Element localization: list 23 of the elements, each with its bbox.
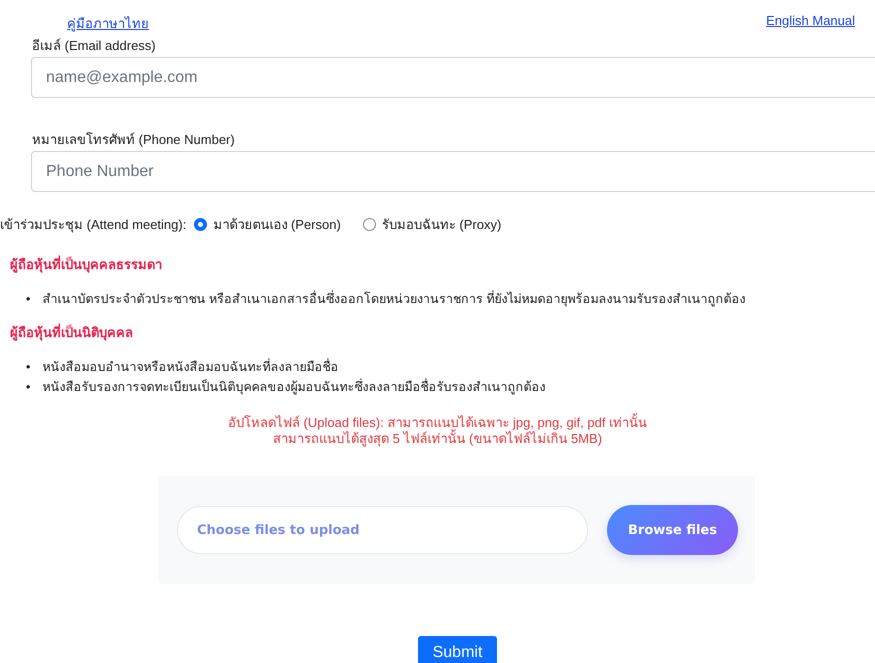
field-label: เข้าร่วมประชุม (Attend meeting): (0, 216, 186, 234)
field-label: อีเมล์ (Email address) (32, 37, 157, 55)
browse-button[interactable]: Browse files (607, 505, 738, 555)
document-item: สำเนาบัตรประจำตัวประชาชน หรือสำเนาเอกสารอื่นซึ่งออกโดยหน่วยงานราชการ ที่ยังไม่หมดอายุพร้อมลงนามรับรองสำเนาถูกต้อง (42, 289, 746, 308)
field-label: หมายเลขโทรศัพท์ (Phone Number) (32, 131, 236, 149)
radio-label[interactable]: มาด้วยตนเอง (Person) (213, 214, 341, 234)
upload-note: สามารถแนบได้สูงสุด 5 ไฟล์เท่านั้น (ขนาดไฟล์ไม่เกิน 5MB) (272, 431, 602, 447)
bullet: • (26, 379, 30, 396)
bullet: • (26, 291, 30, 308)
manual-link[interactable]: คู่มือภาษาไทย (67, 13, 149, 35)
text-field[interactable]: Phone Number (31, 151, 875, 192)
section-heading: ผู้ถือหุ้นที่เป็นบุคคลธรรมดา (10, 254, 163, 275)
document-item: หนังสือรับรองการจดทะเบียนเป็นนิติบุคคลของผู้มอบฉันทะซึ่งลงลายมือชื่อรับรองสำเนาถูกต้อง (42, 377, 546, 396)
text-field[interactable]: name@example.com (31, 57, 875, 98)
radio-button[interactable] (362, 218, 376, 230)
submit-button[interactable]: Submit (418, 636, 498, 663)
radio-button[interactable] (194, 218, 208, 230)
radio-label[interactable]: รับมอบฉันทะ (Proxy) (382, 214, 502, 234)
bullet: • (26, 359, 30, 376)
section-heading: ผู้ถือหุ้นที่เป็นนิติบุคคล (10, 322, 134, 343)
upload-note: อัปโหลดไฟล์ (Upload files): สามารถแนบได้เฉพาะ jpg, png, gif, pdf เท่านั้น (228, 415, 648, 430)
document-item: หนังสือมอบอำนาจหรือหนังสือมอบฉันทะที่ลงลายมือชื่อ (42, 357, 338, 376)
manual-link[interactable]: English Manual (766, 13, 855, 35)
